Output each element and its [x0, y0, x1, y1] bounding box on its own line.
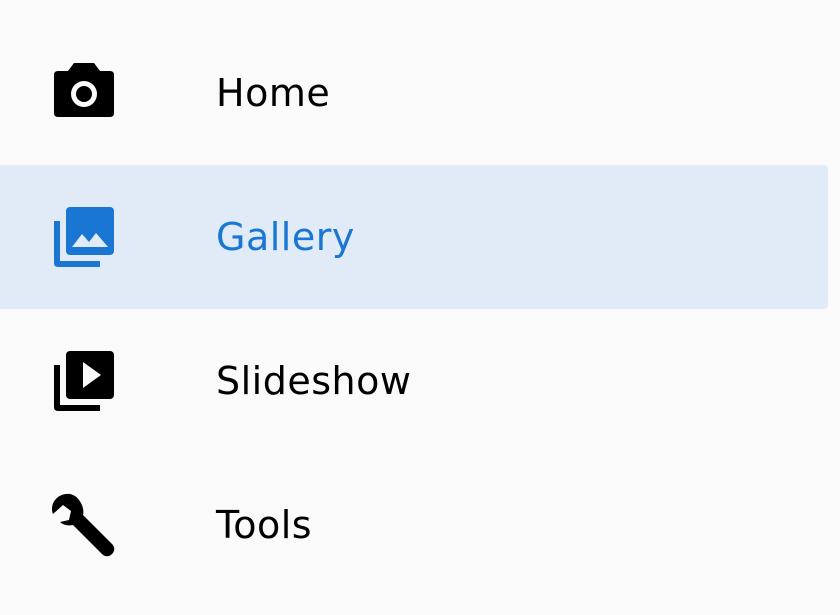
nav-item-label: Home	[216, 71, 331, 115]
video-library-icon	[50, 349, 118, 413]
nav-item-label: Gallery	[216, 215, 355, 259]
wrench-icon	[50, 493, 118, 557]
nav-item-slideshow[interactable]: Slideshow	[0, 309, 828, 453]
nav-item-gallery[interactable]: Gallery	[0, 165, 828, 309]
nav-item-tools[interactable]: Tools	[0, 453, 828, 597]
photo-library-icon	[50, 205, 118, 269]
navigation-drawer: Home Gallery Slideshow Tools	[0, 0, 840, 615]
camera-icon	[50, 61, 118, 125]
nav-item-label: Tools	[216, 503, 313, 547]
nav-item-label: Slideshow	[216, 359, 412, 403]
nav-item-home[interactable]: Home	[0, 21, 828, 165]
